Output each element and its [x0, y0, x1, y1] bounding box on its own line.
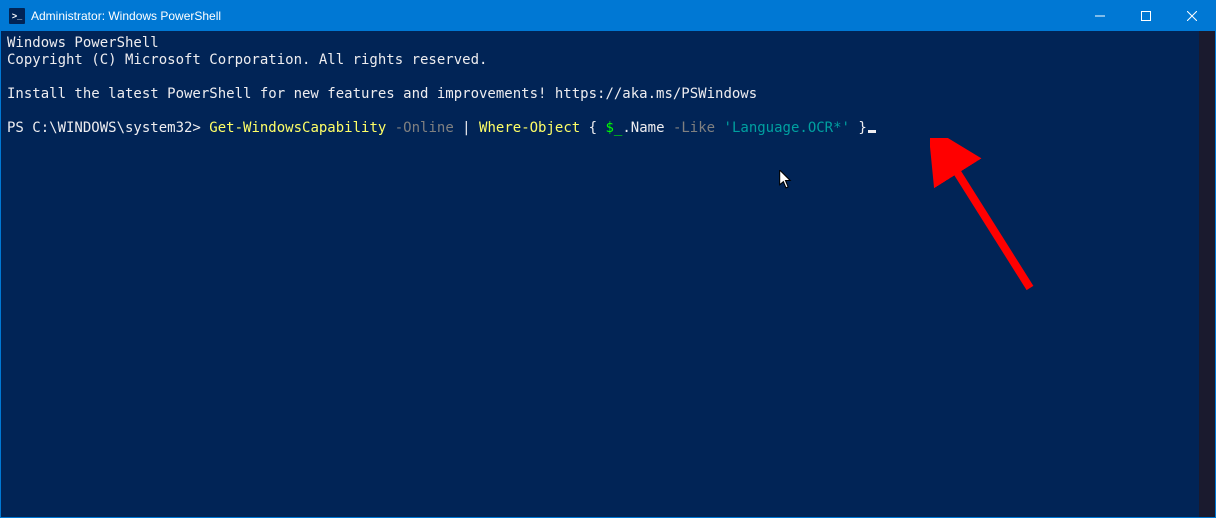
cmdlet-getwincap: Get-WindowsCapability — [209, 120, 386, 136]
app-icon: >_ — [9, 8, 25, 24]
minimize-button[interactable] — [1077, 1, 1123, 31]
brace-close: } — [850, 120, 867, 136]
param-online: -Online — [386, 120, 453, 136]
titlebar[interactable]: >_ Administrator: Windows PowerShell — [1, 1, 1215, 31]
terminal-area[interactable]: Windows PowerShell Copyright (C) Microso… — [1, 31, 1215, 517]
window-title: Administrator: Windows PowerShell — [31, 9, 1077, 23]
space — [715, 120, 723, 136]
install-message: Install the latest PowerShell for new fe… — [7, 86, 757, 102]
maximize-button[interactable] — [1123, 1, 1169, 31]
property-name: .Name — [622, 120, 664, 136]
auto-var: $_ — [606, 120, 623, 136]
terminal-content[interactable]: Windows PowerShell Copyright (C) Microso… — [1, 31, 1199, 517]
prompt-prefix: PS C:\WINDOWS\system32> — [7, 120, 209, 136]
banner-line-2: Copyright (C) Microsoft Corporation. All… — [7, 52, 487, 68]
vertical-scrollbar[interactable] — [1199, 31, 1215, 517]
pipe: | — [454, 120, 479, 136]
window-controls — [1077, 1, 1215, 31]
close-button[interactable] — [1169, 1, 1215, 31]
operator-like: -Like — [665, 120, 716, 136]
text-cursor — [868, 130, 876, 133]
banner-line-1: Windows PowerShell — [7, 35, 159, 51]
brace-open: { — [580, 120, 605, 136]
powershell-window: >_ Administrator: Windows PowerShell Win… — [0, 0, 1216, 518]
cmdlet-whereobject: Where-Object — [479, 120, 580, 136]
string-literal: 'Language.OCR*' — [724, 120, 850, 136]
